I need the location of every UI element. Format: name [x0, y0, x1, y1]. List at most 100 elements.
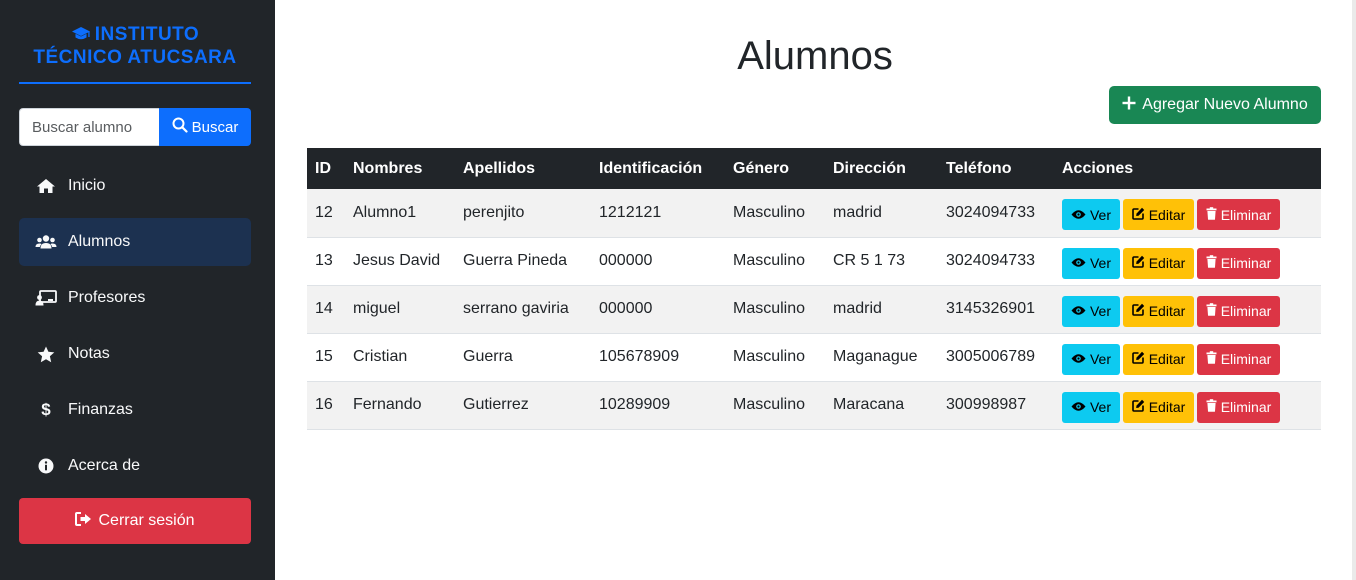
sidebar-item-alumnos[interactable]: Alumnos — [19, 218, 251, 266]
sidebar-item-finanzas[interactable]: $ Finanzas — [19, 386, 251, 434]
delete-label: Eliminar — [1220, 303, 1272, 319]
home-icon — [35, 177, 57, 195]
users-icon — [35, 233, 57, 251]
students-table: ID Nombres Apellidos Identificación Género Di… — [307, 148, 1321, 430]
cell-direccion: Maganague — [833, 348, 918, 365]
star-icon — [35, 345, 57, 363]
delete-button[interactable]: Eliminar — [1197, 391, 1280, 423]
sidebar-item-inicio[interactable]: Inicio — [19, 162, 251, 210]
cell-telefono: 3005006789 — [946, 348, 1035, 365]
view-label: Ver — [1089, 255, 1111, 271]
sidebar-item-label: Alumnos — [68, 233, 131, 250]
column-header: Teléfono — [946, 159, 1012, 177]
brand-logo[interactable]: INSTITUTO TÉCNICO ATUCSARA — [19, 23, 251, 84]
column-header: Identificación — [599, 159, 703, 177]
sidebar-item-label: Profesores — [68, 289, 146, 306]
search-input[interactable] — [19, 108, 159, 146]
row-actions: Ver Editar Eliminar — [1062, 199, 1321, 231]
delete-label: Eliminar — [1220, 351, 1272, 367]
edit-button[interactable]: Editar — [1123, 247, 1194, 279]
cell-genero: Masculino — [733, 396, 806, 413]
cell-nombres: Alumno1 — [353, 203, 417, 221]
plus-icon — [1122, 96, 1136, 115]
cell-direccion: CR 5 1 73 — [833, 252, 906, 269]
view-label: Ver — [1089, 303, 1111, 319]
cell-apellidos: Gutierrez — [463, 396, 529, 413]
delete-button[interactable]: Eliminar — [1197, 343, 1280, 375]
edit-button[interactable]: Editar — [1123, 295, 1194, 327]
edit-button[interactable]: Editar — [1123, 391, 1194, 423]
table-row: 14 miguel serrano gaviria 000000 Masculino ma… — [307, 285, 1321, 333]
delete-label: Eliminar — [1220, 206, 1272, 223]
eye-icon — [1071, 399, 1086, 415]
column-header: ID — [315, 159, 331, 177]
eye-icon — [1071, 255, 1086, 271]
row-actions: Ver Editar Eliminar — [1062, 391, 1321, 423]
delete-button[interactable]: Eliminar — [1197, 295, 1280, 327]
cell-actions: Ver Editar Eliminar — [1054, 381, 1321, 429]
brand-line-2: TÉCNICO ATUCSARA — [33, 47, 237, 68]
view-label: Ver — [1089, 206, 1111, 223]
cell-nombres: Fernando — [353, 396, 422, 413]
delete-button[interactable]: Eliminar — [1197, 247, 1280, 279]
scrollbar[interactable] — [1352, 0, 1356, 580]
edit-label: Editar — [1148, 303, 1186, 319]
edit-button[interactable]: Editar — [1123, 199, 1194, 231]
cell-identificacion: 000000 — [599, 300, 653, 317]
cell-nombres: Cristian — [353, 348, 408, 365]
sidebar: INSTITUTO TÉCNICO ATUCSARA Buscar Inicio… — [0, 0, 275, 580]
table-header: ID Nombres Apellidos Identificación Género Di… — [307, 148, 1321, 189]
add-student-button[interactable]: Agregar Nuevo Alumno — [1109, 86, 1321, 124]
cell-genero: Masculino — [733, 300, 806, 317]
sidebar-item-label: Finanzas — [68, 401, 133, 418]
dollar-icon: $ — [41, 400, 51, 419]
add-student-label: Agregar Nuevo Alumno — [1142, 96, 1308, 113]
search-bar: Buscar — [19, 108, 251, 146]
table-row: 15 Cristian Guerra 105678909 Masculino Magana… — [307, 333, 1321, 381]
edit-icon — [1131, 207, 1145, 223]
view-button[interactable]: Ver — [1062, 247, 1120, 279]
cell-identificacion: 1212121 — [599, 203, 662, 221]
search-button[interactable]: Buscar — [159, 108, 251, 146]
cell-nombres: Jesus David — [353, 252, 441, 269]
cell-direccion: madrid — [833, 203, 882, 221]
sidebar-item-profesores[interactable]: Profesores — [19, 274, 251, 322]
view-button[interactable]: Ver — [1062, 295, 1120, 327]
edit-label: Editar — [1148, 399, 1186, 415]
view-label: Ver — [1089, 399, 1111, 415]
row-actions: Ver Editar Eliminar — [1062, 343, 1321, 375]
view-button[interactable]: Ver — [1062, 343, 1120, 375]
sidebar-item-notas[interactable]: Notas — [19, 330, 251, 378]
cell-apellidos: perenjito — [463, 203, 525, 221]
table-body: 12 Alumno1 perenjito 1212121 Masculino madrid… — [307, 189, 1321, 429]
cell-identificacion: 000000 — [599, 252, 653, 269]
eye-icon — [1071, 207, 1086, 223]
sidebar-item-acerca-de[interactable]: Acerca de — [19, 442, 251, 490]
cell-telefono: 300998987 — [946, 396, 1027, 413]
table-row: 13 Jesus David Guerra Pineda 000000 Masculin… — [307, 237, 1321, 285]
search-icon — [172, 117, 188, 137]
brand-line-1: INSTITUTO — [94, 24, 200, 45]
view-button[interactable]: Ver — [1062, 391, 1120, 423]
cell-id: 16 — [315, 396, 333, 413]
cell-telefono: 3145326901 — [946, 300, 1035, 317]
cell-direccion: Maracana — [833, 396, 905, 413]
cell-apellidos: Guerra Pineda — [463, 252, 568, 269]
edit-icon — [1131, 351, 1145, 367]
row-actions: Ver Editar Eliminar — [1062, 295, 1321, 327]
sidebar-item-label: Notas — [68, 345, 110, 362]
cell-id: 15 — [315, 348, 333, 365]
logout-button[interactable]: Cerrar sesión — [19, 498, 251, 544]
column-header: Dirección — [833, 159, 906, 177]
column-header: Apellidos — [463, 159, 536, 177]
trash-icon — [1206, 399, 1217, 415]
delete-button[interactable]: Eliminar — [1197, 199, 1280, 231]
edit-icon — [1131, 399, 1145, 415]
column-header: Género — [733, 159, 790, 177]
view-button[interactable]: Ver — [1062, 199, 1120, 231]
column-header: Acciones — [1062, 159, 1134, 177]
cell-direccion: madrid — [833, 300, 882, 317]
graduation-cap-icon — [71, 24, 95, 45]
cell-genero: Masculino — [733, 203, 806, 221]
edit-button[interactable]: Editar — [1123, 343, 1194, 375]
